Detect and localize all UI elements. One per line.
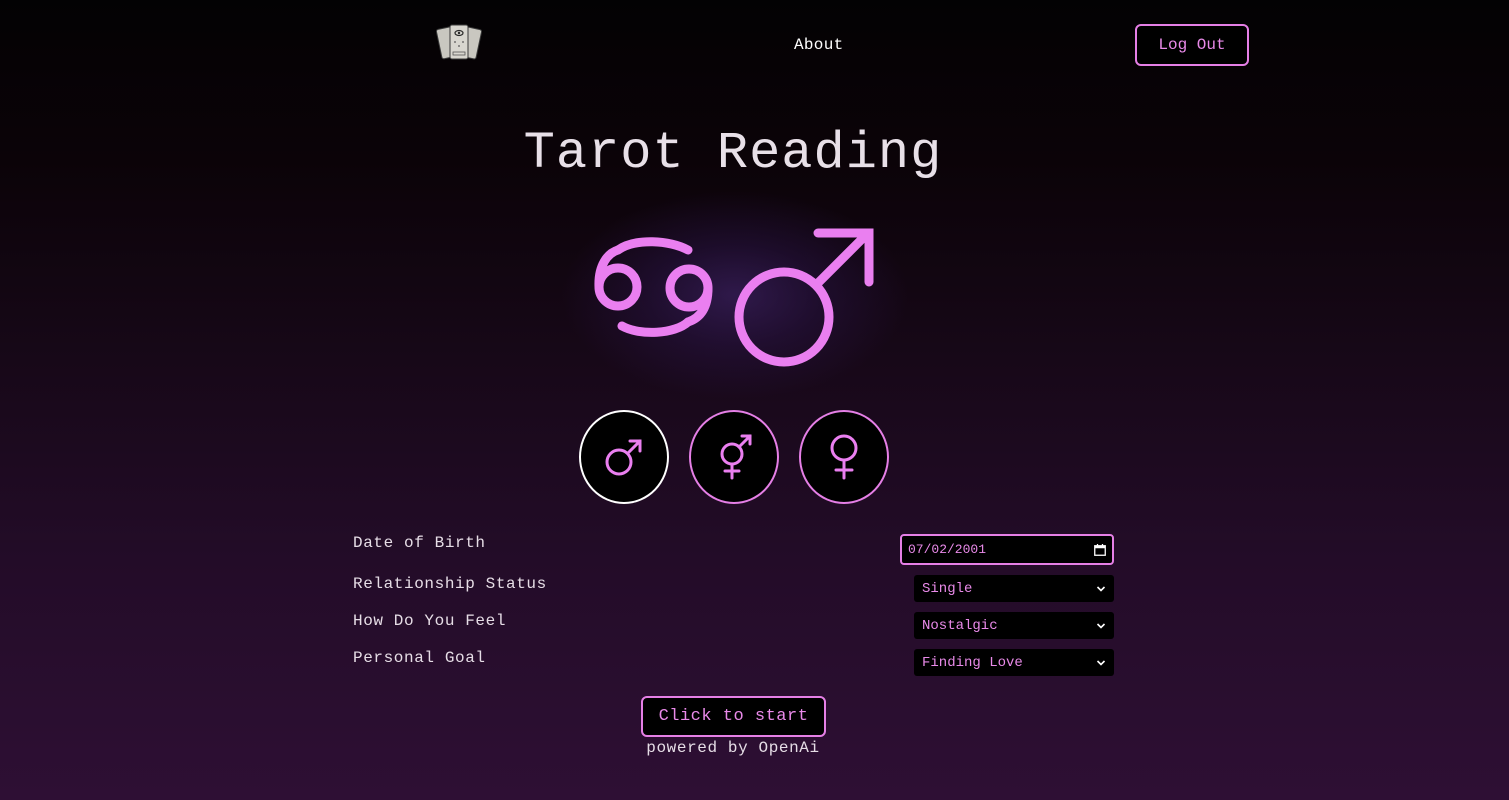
gender-transgender-button[interactable] <box>689 410 779 504</box>
gender-female-button[interactable] <box>799 410 889 504</box>
gender-male-button[interactable] <box>579 410 669 504</box>
calendar-icon[interactable] <box>1094 543 1106 556</box>
hero-sign-display <box>590 220 890 380</box>
chevron-down-icon <box>1096 622 1106 629</box>
feeling-value: Nostalgic <box>922 617 998 634</box>
relationship-status-label: Relationship Status <box>353 575 547 593</box>
date-of-birth-value: 07/02/2001 <box>908 542 987 557</box>
female-symbol-icon <box>830 434 858 480</box>
male-symbol-icon <box>605 439 642 476</box>
logout-button[interactable]: Log Out <box>1135 24 1249 66</box>
start-button[interactable]: Click to start <box>641 696 826 737</box>
powered-by-text: powered by OpenAi <box>646 739 820 757</box>
personal-goal-select[interactable]: Finding Love <box>914 649 1114 676</box>
personal-goal-label: Personal Goal <box>353 649 486 667</box>
chevron-down-icon <box>1096 585 1106 592</box>
transgender-symbol-icon <box>720 434 752 480</box>
relationship-status-select[interactable]: Single <box>914 575 1114 602</box>
tarot-cards-logo-icon[interactable] <box>435 22 483 64</box>
nav-about-link[interactable]: About <box>794 36 844 54</box>
feeling-select[interactable]: Nostalgic <box>914 612 1114 639</box>
personal-goal-value: Finding Love <box>922 654 1023 671</box>
male-symbol-icon <box>734 228 874 367</box>
cancer-zodiac-icon <box>594 237 713 337</box>
hero-svg <box>594 228 874 367</box>
date-of-birth-input[interactable]: 07/02/2001 <box>900 534 1114 565</box>
chevron-down-icon <box>1096 659 1106 666</box>
feeling-label: How Do You Feel <box>353 612 507 630</box>
date-of-birth-label: Date of Birth <box>353 534 486 552</box>
relationship-status-value: Single <box>922 580 973 597</box>
page-title: Tarot Reading <box>523 124 943 183</box>
